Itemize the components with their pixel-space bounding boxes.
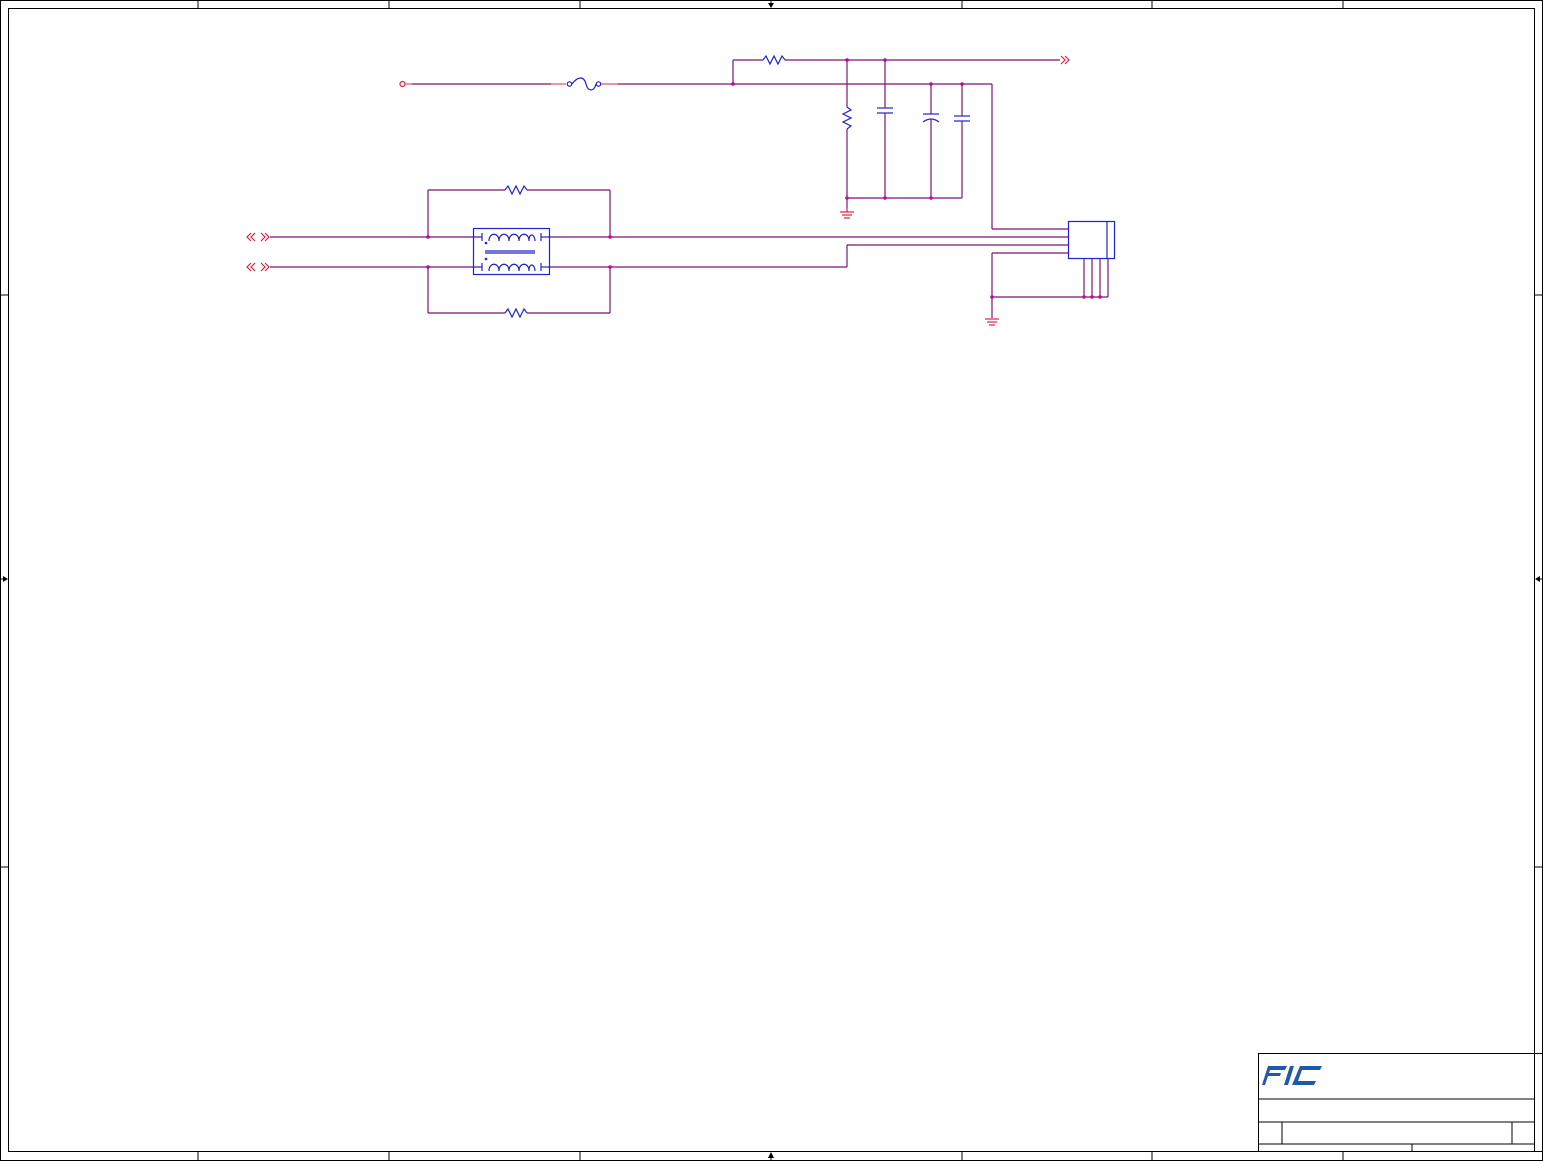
ground-symbol-2 xyxy=(985,318,999,326)
bypass-resistor-bottom xyxy=(504,307,528,319)
capacitor-1 xyxy=(877,107,893,114)
center-mark-bottom xyxy=(768,1152,774,1161)
bypass-resistor-top xyxy=(504,184,528,196)
logo-text: FIC xyxy=(1330,1081,1332,1083)
connector-ic xyxy=(985,84,1116,326)
center-mark-right xyxy=(1535,576,1543,582)
center-mark-left xyxy=(0,576,8,582)
sheet-frame xyxy=(0,0,1543,1161)
output-net xyxy=(732,54,1070,84)
data-lines xyxy=(246,184,1068,319)
data-port-1 xyxy=(246,232,270,242)
capacitor-3 xyxy=(954,115,970,122)
fuse xyxy=(566,77,602,91)
title-block: FIC xyxy=(1258,1053,1543,1152)
company-logo: FIC xyxy=(1262,1066,1332,1085)
pulldown-resistor xyxy=(841,106,853,130)
power-input-terminal xyxy=(399,80,406,88)
filter-network xyxy=(840,58,970,219)
ground-symbol-1 xyxy=(840,208,854,219)
series-resistor xyxy=(762,54,786,66)
output-port-arrow xyxy=(1060,55,1070,65)
common-mode-choke xyxy=(472,227,551,276)
center-mark-top xyxy=(768,0,774,8)
power-input-net xyxy=(399,77,992,91)
data-port-2 xyxy=(246,262,270,272)
schematic-sheet: FIC xyxy=(0,0,1543,1161)
schematic-canvas: FIC xyxy=(0,0,1543,1161)
